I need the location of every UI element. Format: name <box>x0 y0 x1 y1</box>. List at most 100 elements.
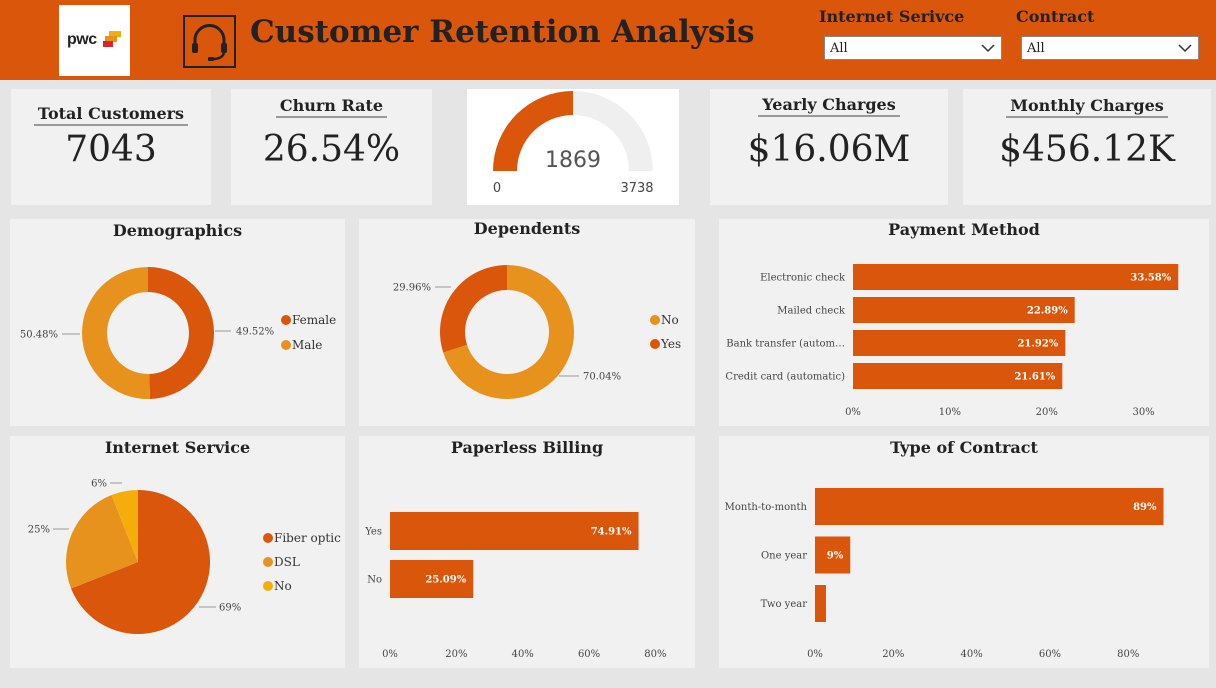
contract-type-panel: Type of Contract Month-to-month 89% One ye… <box>719 436 1209 668</box>
data-label: 25.09% <box>425 575 466 586</box>
kpi-value: 26.54% <box>262 129 401 170</box>
category-label: Electronic check <box>760 273 846 284</box>
bar <box>815 488 1164 525</box>
category-label: Yes <box>364 527 382 538</box>
legend-marker <box>281 315 291 325</box>
tick-label: 0% <box>807 649 823 660</box>
payment-method-panel: Payment Method Electronic check 33.58% Mai… <box>719 219 1209 426</box>
pwc-logo: pwc <box>59 5 130 76</box>
category-label: Credit card (automatic) <box>725 372 845 383</box>
contract-dropdown[interactable]: All <box>1021 36 1199 60</box>
internet-service-chart: 69% 25% 6% Fiber optic DSL No <box>28 479 341 634</box>
tick-label: 60% <box>578 649 600 660</box>
tick-label: 80% <box>1117 649 1139 660</box>
tick-label: 40% <box>961 649 983 660</box>
tick-label: 30% <box>1132 407 1154 418</box>
kpi-card-monthly-charges: Monthly Charges $456.12K <box>963 89 1211 205</box>
category-label: No <box>367 575 382 586</box>
demographics-chart: 49.52% 50.48% Female Male <box>20 267 336 399</box>
header-bar: pwc Customer Retention Analysis Internet… <box>0 0 1216 80</box>
kpi-value: $456.12K <box>999 129 1175 170</box>
tick-label: 10% <box>939 407 961 418</box>
filter-label-contract: Contract <box>1016 7 1095 26</box>
gauge-chart: 1869 0 3738 <box>493 91 654 196</box>
paperless-billing-panel: Paperless Billing Yes 74.91% No 25.09% 0% 20%… <box>359 436 695 668</box>
legend-marker <box>263 533 273 543</box>
internet-service-panel: Internet Service 69% 25% 6% Fiber optic DSL N… <box>10 436 345 668</box>
chevron-down-icon <box>981 44 995 53</box>
tick-label: 80% <box>644 649 666 660</box>
kpi-card-total-customers: Total Customers 7043 <box>11 89 211 205</box>
contract-type-chart: Month-to-month 89% One year 9% Two year 0% 20%… <box>725 488 1164 660</box>
tick-label: 20% <box>1036 407 1058 418</box>
tick-label: 60% <box>1039 649 1061 660</box>
contract-dropdown-value: All <box>1027 41 1045 56</box>
gauge-max-label: 3738 <box>620 181 653 196</box>
pie-slice <box>440 265 507 353</box>
data-label: 9% <box>827 551 844 562</box>
chevron-down-icon <box>1178 44 1192 53</box>
tick-label: 40% <box>512 649 534 660</box>
filter-label-internet-service: Internet Serivce <box>819 7 965 26</box>
gauge-min-label: 0 <box>493 181 501 196</box>
legend-label: Yes <box>660 337 681 351</box>
pie-slice <box>148 267 215 399</box>
paperless-billing-chart: Yes 74.91% No 25.09% 0% 20% 40% 60% 80% <box>364 512 667 660</box>
kpi-value: $16.06M <box>747 129 911 170</box>
category-label: Mailed check <box>777 306 846 317</box>
legend-marker <box>650 315 660 325</box>
tick-label: 0% <box>382 649 398 660</box>
data-label: 50.48% <box>20 330 58 341</box>
tick-label: 20% <box>445 649 467 660</box>
data-label: 74.91% <box>591 527 632 538</box>
category-label: Month-to-month <box>725 502 808 513</box>
data-label: 69% <box>219 603 241 614</box>
logo-mark-icon <box>103 31 121 47</box>
data-label: 25% <box>28 525 50 536</box>
tick-label: 0% <box>845 407 861 418</box>
bar <box>815 585 826 622</box>
kpi-label: Yearly Charges <box>758 95 900 117</box>
demographics-panel: Demographics 49.52% 50.48% Female Male <box>10 219 345 426</box>
data-label: 33.58% <box>1130 273 1171 284</box>
kpi-card-yearly-charges: Yearly Charges $16.06M <box>710 89 948 205</box>
legend-marker <box>263 557 273 567</box>
gauge-value-label: 1869 <box>545 148 601 173</box>
legend-marker <box>263 581 273 591</box>
legend-marker <box>650 339 660 349</box>
headset-icon <box>183 15 236 68</box>
legend-label: Male <box>292 338 322 352</box>
legend-label: Female <box>292 313 336 327</box>
internet-service-dropdown-value: All <box>830 41 848 56</box>
data-label: 49.52% <box>236 327 274 338</box>
legend-label: DSL <box>274 555 300 569</box>
kpi-value: 7043 <box>65 129 157 170</box>
data-label: 21.92% <box>1017 339 1058 350</box>
category-label: Bank transfer (autom… <box>726 339 845 350</box>
dependents-chart: 70.04% 29.96% No Yes <box>393 265 681 399</box>
data-label: 21.61% <box>1014 372 1055 383</box>
kpi-label: Monthly Charges <box>1006 96 1168 118</box>
internet-service-dropdown[interactable]: All <box>824 36 1002 60</box>
data-label: 6% <box>91 479 107 490</box>
data-label: 89% <box>1133 502 1157 513</box>
page-title: Customer Retention Analysis <box>250 14 755 50</box>
category-label: One year <box>761 551 807 562</box>
dependents-panel: Dependents 70.04% 29.96% No Yes <box>359 219 695 426</box>
kpi-card-churn-rate: Churn Rate 26.54% <box>231 89 432 205</box>
legend-label: No <box>661 313 679 327</box>
gauge-card: 1869 0 3738 <box>467 89 679 205</box>
data-label: 29.96% <box>393 283 431 294</box>
data-label: 70.04% <box>583 372 621 383</box>
data-label: 22.89% <box>1027 306 1068 317</box>
payment-method-chart: Electronic check 33.58% Mailed check 22.89%… <box>725 264 1179 418</box>
legend-label: No <box>274 579 292 593</box>
category-label: Two year <box>761 599 808 610</box>
legend-label: Fiber optic <box>274 531 341 545</box>
kpi-label: Churn Rate <box>275 96 388 118</box>
kpi-label: Total Customers <box>33 104 189 126</box>
logo-text: pwc <box>67 31 97 48</box>
legend-marker <box>281 340 291 350</box>
tick-label: 20% <box>882 649 904 660</box>
pie-slice <box>82 267 150 399</box>
